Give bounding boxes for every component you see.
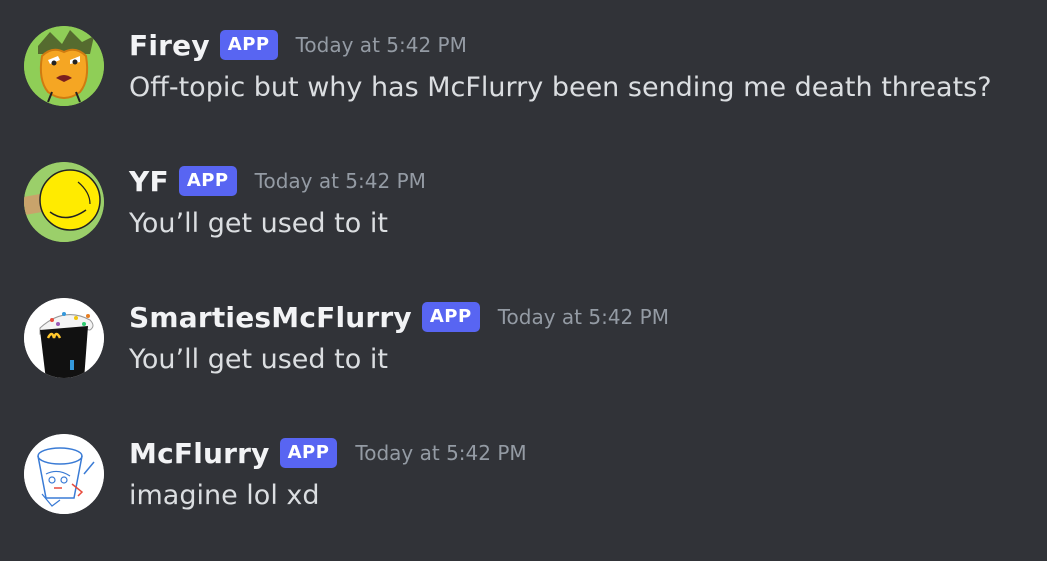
app-badge: APP [421, 302, 480, 332]
username[interactable]: SmartiesMcFlurry [129, 301, 412, 334]
timestamp[interactable]: Today at 5:42 PM [296, 33, 467, 57]
app-badge: APP [178, 166, 237, 196]
message-item: McFlurry APP Today at 5:42 PM imagine lo… [0, 408, 1047, 514]
message-header: YF APP Today at 5:42 PM [129, 162, 426, 200]
message-item: SmartiesMcFlurry APP Today at 5:42 PM Yo… [0, 272, 1047, 378]
message-content: You’ll get used to it [129, 208, 388, 239]
username[interactable]: Firey [129, 29, 210, 62]
username[interactable]: McFlurry [129, 437, 270, 470]
timestamp[interactable]: Today at 5:42 PM [355, 441, 526, 465]
yf-avatar[interactable] [24, 162, 104, 242]
firey-avatar[interactable] [24, 26, 104, 106]
message-content: Off-topic but why has McFlurry been send… [129, 72, 992, 103]
message-content: You’ll get used to it [129, 344, 388, 375]
message-header: McFlurry APP Today at 5:42 PM [129, 434, 527, 472]
message-item: YF APP Today at 5:42 PM You’ll get used … [0, 136, 1047, 242]
message-header: SmartiesMcFlurry APP Today at 5:42 PM [129, 298, 669, 336]
mcflurry-avatar[interactable] [24, 434, 104, 514]
app-badge: APP [219, 30, 278, 60]
message-content: imagine lol xd [129, 480, 320, 511]
chat-log: Firey APP Today at 5:42 PM Off-topic but… [0, 0, 1047, 561]
app-badge: APP [279, 438, 338, 468]
username[interactable]: YF [129, 165, 169, 198]
timestamp[interactable]: Today at 5:42 PM [498, 305, 669, 329]
timestamp[interactable]: Today at 5:42 PM [255, 169, 426, 193]
message-item: Firey APP Today at 5:42 PM Off-topic but… [0, 0, 1047, 106]
smarties-mcflurry-avatar[interactable] [24, 298, 104, 378]
message-header: Firey APP Today at 5:42 PM [129, 26, 467, 64]
